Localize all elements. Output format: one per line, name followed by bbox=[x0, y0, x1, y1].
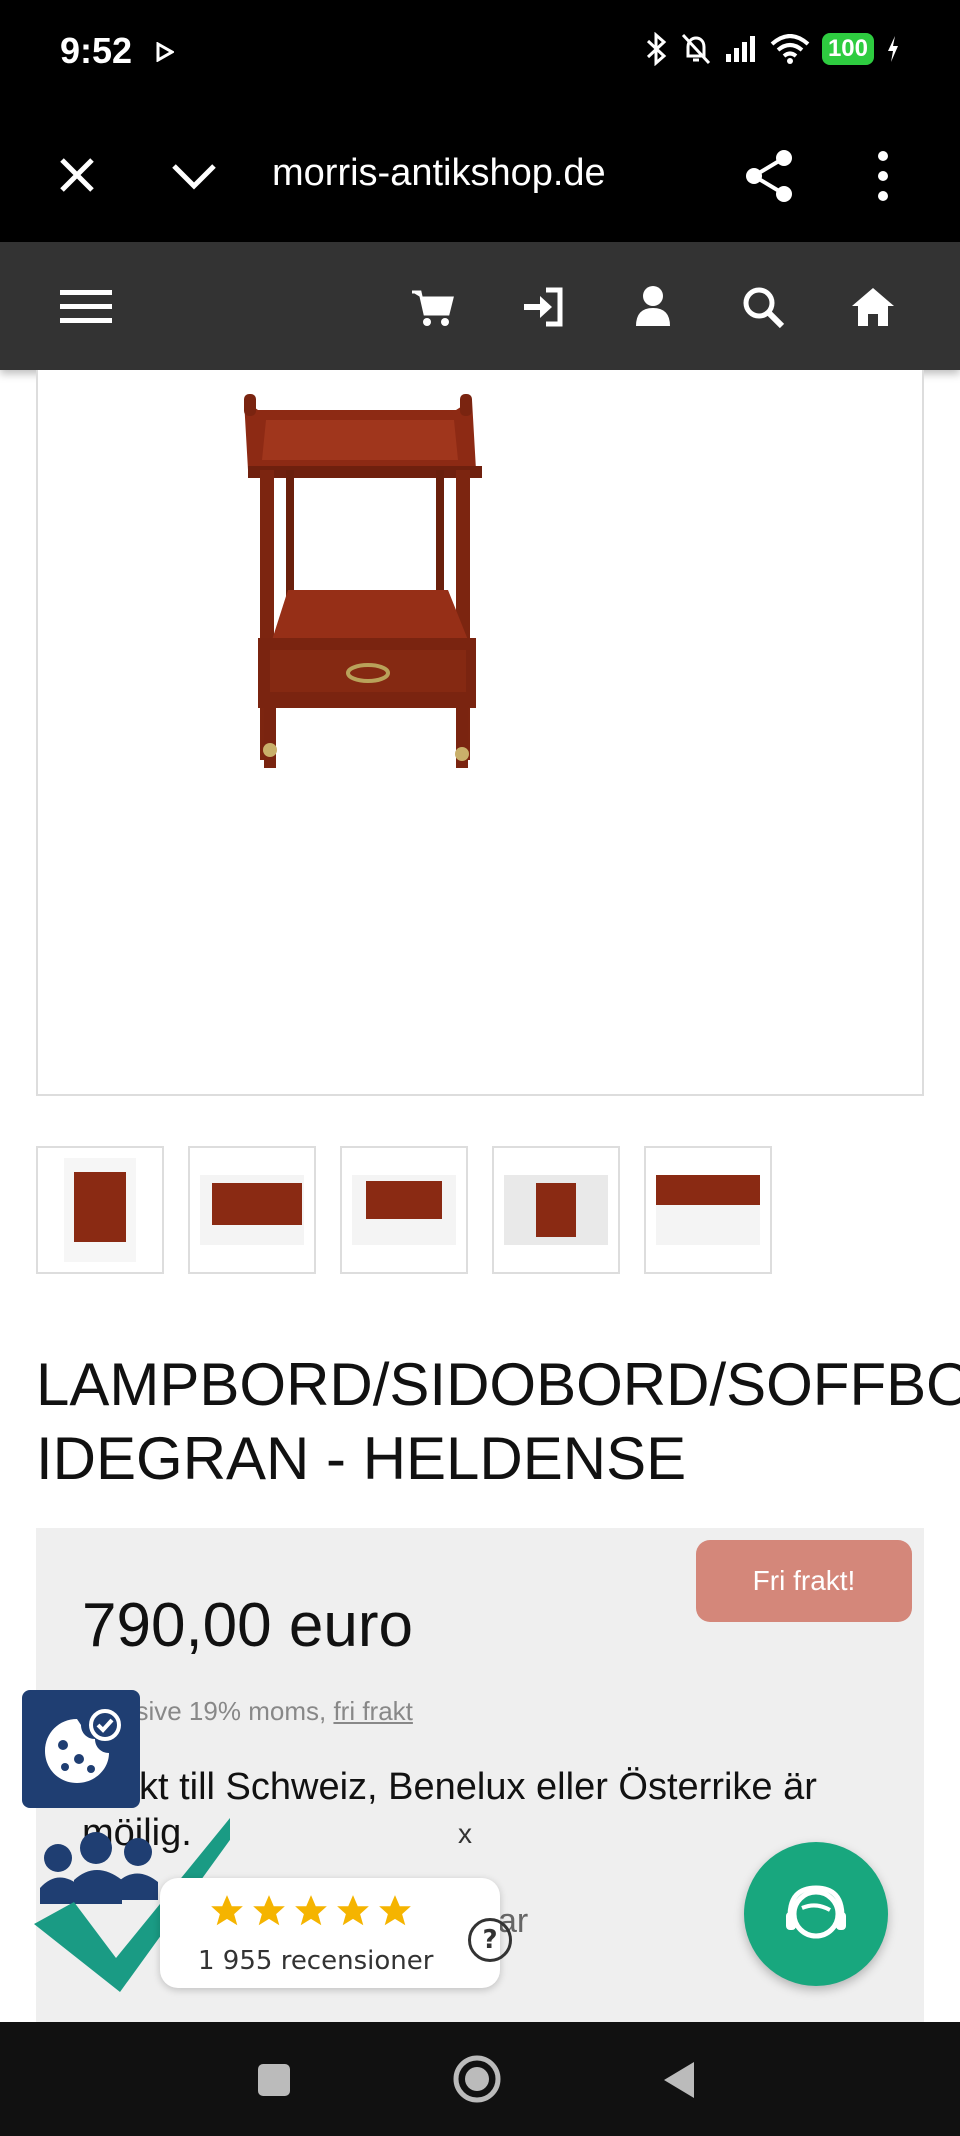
thumbnail-2[interactable] bbox=[188, 1146, 316, 1274]
star-icon bbox=[211, 1895, 243, 1926]
cookie-icon bbox=[45, 1709, 121, 1783]
star-rating bbox=[208, 1892, 414, 1930]
login-icon[interactable] bbox=[518, 282, 568, 332]
review-widget-close-button[interactable]: x bbox=[458, 1818, 472, 1850]
close-icon[interactable] bbox=[52, 150, 102, 200]
product-title-line-1: LAMPBORD/SIDOBORD/SOFFBORD I bbox=[36, 1351, 960, 1418]
thumbnail-5[interactable] bbox=[644, 1146, 772, 1274]
star-icon bbox=[379, 1895, 411, 1926]
shipping-link[interactable]: fri frakt bbox=[333, 1696, 412, 1726]
menu-icon[interactable] bbox=[58, 282, 114, 332]
star-icon bbox=[253, 1895, 285, 1926]
star-icon bbox=[337, 1895, 369, 1926]
thumbnail-strip bbox=[36, 1146, 772, 1274]
product-main-image[interactable] bbox=[36, 370, 924, 1096]
more-vertical-icon[interactable] bbox=[868, 148, 898, 204]
system-navigation-bar bbox=[0, 2022, 960, 2136]
review-widget[interactable]: 1 955 recensioner ? bbox=[30, 1808, 512, 1998]
play-icon bbox=[156, 42, 174, 62]
free-shipping-badge: Fri frakt! bbox=[696, 1540, 912, 1622]
home-button-icon[interactable] bbox=[452, 2054, 502, 2104]
review-card[interactable]: 1 955 recensioner ? bbox=[160, 1878, 512, 1988]
site-navigation bbox=[0, 242, 960, 370]
product-title-line-2: IDEGRAN - HELDENSE bbox=[36, 1425, 687, 1492]
bell-off-icon bbox=[681, 33, 711, 65]
thumbnail-4[interactable] bbox=[492, 1146, 620, 1274]
thumbnail-1[interactable] bbox=[36, 1146, 164, 1274]
status-icons: 100 bbox=[644, 32, 900, 66]
back-icon[interactable] bbox=[658, 2058, 702, 2102]
cart-icon[interactable] bbox=[408, 282, 458, 332]
recents-icon[interactable] bbox=[252, 2058, 296, 2102]
cookie-settings-button[interactable] bbox=[22, 1690, 140, 1808]
status-time: 9:52 bbox=[60, 30, 133, 71]
bluetooth-icon bbox=[646, 32, 667, 66]
share-icon[interactable] bbox=[742, 148, 798, 204]
thumbnail-3[interactable] bbox=[340, 1146, 468, 1274]
battery-level: 100 bbox=[821, 33, 874, 65]
chevron-down-icon[interactable] bbox=[166, 150, 222, 200]
user-icon[interactable] bbox=[628, 282, 678, 332]
home-icon[interactable] bbox=[848, 282, 898, 332]
url-bar[interactable]: morris-antikshop.de bbox=[272, 152, 632, 195]
signal-icon bbox=[725, 36, 755, 62]
search-icon[interactable] bbox=[738, 282, 788, 332]
support-agent-icon bbox=[786, 1885, 846, 1939]
review-count: 1 955 recensioner bbox=[198, 1946, 434, 1976]
product-price: 790,00 euro bbox=[82, 1591, 413, 1660]
wifi-icon bbox=[770, 34, 810, 64]
charging-icon bbox=[888, 36, 898, 62]
browser-toolbar: morris-antikshop.de bbox=[0, 110, 960, 242]
product-title: LAMPBORD/SIDOBORD/SOFFBORD I IDEGRAN - H… bbox=[36, 1348, 960, 1496]
star-icon bbox=[295, 1895, 327, 1926]
status-bar: 9:52 100 bbox=[0, 0, 960, 110]
chat-support-button[interactable] bbox=[744, 1842, 888, 1986]
side-table-image bbox=[244, 394, 482, 768]
help-icon[interactable]: ? bbox=[468, 1918, 512, 1962]
